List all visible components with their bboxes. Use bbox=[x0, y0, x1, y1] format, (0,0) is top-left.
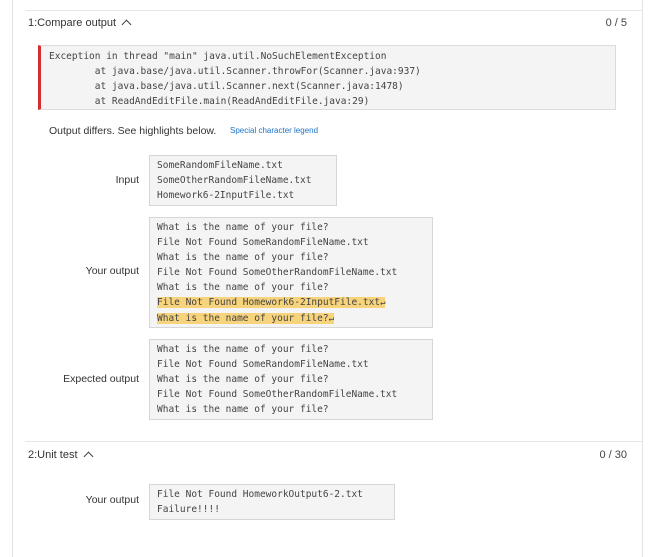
chevron-up-icon bbox=[121, 19, 132, 30]
input-box: SomeRandomFileName.txt SomeOtherRandomFi… bbox=[149, 155, 337, 206]
unit-your-output-box: File Not Found HomeworkOutput6-2.txt Fai… bbox=[149, 484, 395, 520]
expected-output-line: File Not Found SomeOtherRandomFileName.t… bbox=[157, 389, 398, 400]
input-label: Input bbox=[115, 174, 139, 186]
input-line: Homework6-2InputFile.txt bbox=[157, 190, 295, 201]
expected-output-box: What is the name of your file? File Not … bbox=[149, 339, 433, 420]
exception-line: Exception in thread "main" java.util.NoS… bbox=[49, 51, 387, 62]
your-output-label: Your output bbox=[85, 265, 139, 277]
unit-test-score: 0 / 30 bbox=[599, 449, 627, 461]
compare-output-toggle[interactable]: 1:Compare output bbox=[28, 17, 132, 30]
highlighted-diff-line: What is the name of your file?↵ bbox=[157, 311, 425, 327]
unit-test-title: 2:Unit test bbox=[28, 449, 78, 461]
expected-output-line: What is the name of your file? bbox=[157, 374, 329, 385]
return-symbol: ↵ bbox=[328, 314, 335, 324]
exception-line: at ReadAndEditFile.main(ReadAndEditFile.… bbox=[49, 96, 370, 107]
your-output-line: What is the name of your file? bbox=[157, 222, 329, 233]
exception-line: at java.base/java.util.Scanner.next(Scan… bbox=[49, 81, 404, 92]
special-character-legend-link[interactable]: Special character legend bbox=[230, 126, 318, 135]
highlighted-diff-text: What is the name of your file? bbox=[157, 313, 329, 324]
expected-output-line: File Not Found SomeRandomFileName.txt bbox=[157, 359, 369, 370]
compare-output-title: 1:Compare output bbox=[28, 17, 117, 29]
unit-your-output-label: Your output bbox=[85, 494, 139, 506]
your-output-line: File Not Found SomeOtherRandomFileName.t… bbox=[157, 267, 398, 278]
exception-line: at java.base/java.util.Scanner.throwFor(… bbox=[49, 66, 421, 77]
chevron-up-icon bbox=[83, 451, 93, 462]
output-differs-note: Output differs. See highlights below. bbox=[49, 125, 217, 137]
return-symbol: ↵ bbox=[380, 298, 386, 308]
expected-output-line: What is the name of your file? bbox=[157, 404, 329, 415]
input-line: SomeRandomFileName.txt bbox=[157, 160, 283, 171]
expected-output-line: What is the name of your file? bbox=[157, 344, 329, 355]
top-divider bbox=[25, 10, 642, 11]
unit-output-line: File Not Found HomeworkOutput6-2.txt bbox=[157, 489, 363, 500]
your-output-box: What is the name of your file? File Not … bbox=[149, 217, 433, 328]
input-line: SomeOtherRandomFileName.txt bbox=[157, 175, 312, 186]
your-output-line: What is the name of your file? bbox=[157, 252, 329, 263]
unit-test-toggle[interactable]: 2:Unit test bbox=[28, 449, 93, 462]
your-output-line: What is the name of your file? bbox=[157, 282, 329, 293]
expected-output-label: Expected output bbox=[63, 373, 139, 385]
section-divider bbox=[25, 441, 642, 442]
highlighted-diff-text: File Not Found Homework6-2InputFile.txt bbox=[157, 297, 381, 308]
compare-output-score: 0 / 5 bbox=[605, 17, 627, 29]
exception-message-box: Exception in thread "main" java.util.NoS… bbox=[38, 45, 616, 110]
unit-output-line: Failure!!!! bbox=[157, 504, 220, 515]
your-output-line: File Not Found SomeRandomFileName.txt bbox=[157, 237, 369, 248]
highlighted-diff-line: File Not Found Homework6-2InputFile.txt↵ bbox=[157, 295, 425, 311]
